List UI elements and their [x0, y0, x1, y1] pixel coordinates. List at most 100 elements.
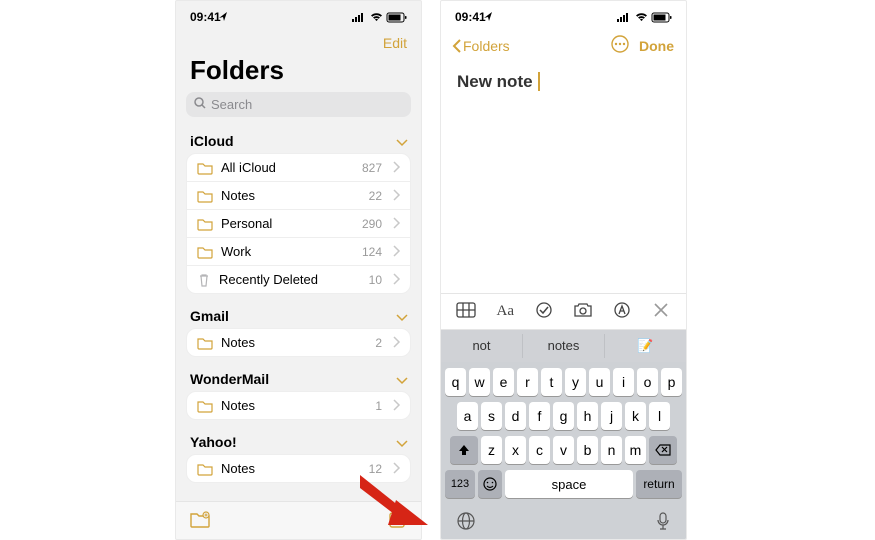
emoji-key[interactable] [478, 470, 502, 498]
key-x[interactable]: x [505, 436, 526, 464]
section-header-yahoo[interactable]: Yahoo! [186, 426, 411, 454]
search-field[interactable]: Search [186, 92, 411, 117]
chevron-down-icon [397, 308, 407, 324]
chevron-down-icon [397, 434, 407, 450]
folder-row[interactable]: Notes 1 [187, 392, 410, 419]
space-key[interactable]: space [505, 470, 633, 498]
suggestion[interactable]: not [441, 334, 523, 358]
folder-icon [197, 162, 213, 174]
key-a[interactable]: a [457, 402, 478, 430]
chevron-right-icon [394, 461, 400, 476]
folder-count: 124 [362, 245, 382, 259]
folder-row[interactable]: Notes 12 [187, 455, 410, 482]
key-v[interactable]: v [553, 436, 574, 464]
folder-row[interactable]: Work 124 [187, 238, 410, 266]
folder-count: 22 [369, 189, 382, 203]
keyboard-area: Aa not notes 📝 q w e r t y u [441, 293, 686, 539]
search-placeholder: Search [211, 97, 252, 112]
section-title: Yahoo! [190, 434, 237, 450]
key-f[interactable]: f [529, 402, 550, 430]
chevron-right-icon [394, 244, 400, 259]
dictation-icon[interactable] [656, 512, 670, 533]
key-l[interactable]: l [649, 402, 670, 430]
key-q[interactable]: q [445, 368, 466, 396]
key-k[interactable]: k [625, 402, 646, 430]
status-icons [617, 13, 672, 22]
signal-icon [352, 13, 366, 22]
section-header-gmail[interactable]: Gmail [186, 300, 411, 328]
chevron-right-icon [394, 160, 400, 175]
section-gmail: Gmail Notes 2 [176, 300, 421, 363]
status-icons [352, 13, 407, 22]
camera-icon[interactable] [563, 303, 602, 320]
key-g[interactable]: g [553, 402, 574, 430]
key-z[interactable]: z [481, 436, 502, 464]
folder-count: 12 [369, 462, 382, 476]
key-r[interactable]: r [517, 368, 538, 396]
key-u[interactable]: u [589, 368, 610, 396]
return-key[interactable]: return [636, 470, 682, 498]
signal-icon [617, 13, 631, 22]
back-button[interactable]: Folders [453, 38, 510, 54]
keyboard: q w e r t y u i o p a s d f g h [441, 362, 686, 508]
key-s[interactable]: s [481, 402, 502, 430]
back-label: Folders [463, 38, 510, 54]
key-i[interactable]: i [613, 368, 634, 396]
keyboard-bottom-bar [441, 508, 686, 539]
battery-icon [652, 13, 672, 22]
chevron-right-icon [394, 272, 400, 287]
suggestion-bar: not notes 📝 [441, 330, 686, 362]
key-b[interactable]: b [577, 436, 598, 464]
section-yahoo: Yahoo! Notes 12 [176, 426, 421, 489]
section-header-wondermail[interactable]: WonderMail [186, 363, 411, 391]
key-m[interactable]: m [625, 436, 646, 464]
backspace-key[interactable] [649, 436, 677, 464]
more-button[interactable] [611, 35, 629, 56]
key-c[interactable]: c [529, 436, 550, 464]
key-p[interactable]: p [661, 368, 682, 396]
markup-icon[interactable] [602, 302, 641, 321]
key-h[interactable]: h [577, 402, 598, 430]
folder-icon [197, 218, 213, 230]
new-folder-button[interactable] [190, 511, 210, 530]
key-j[interactable]: j [601, 402, 622, 430]
folder-row[interactable]: All iCloud 827 [187, 154, 410, 182]
edit-button[interactable]: Edit [383, 35, 407, 51]
folder-row[interactable]: Personal 290 [187, 210, 410, 238]
section-header-icloud[interactable]: iCloud [186, 125, 411, 153]
done-button[interactable]: Done [639, 38, 674, 54]
folder-name: Work [221, 244, 354, 259]
folder-name: Personal [221, 216, 354, 231]
key-t[interactable]: t [541, 368, 562, 396]
key-d[interactable]: d [505, 402, 526, 430]
trash-icon [197, 273, 211, 287]
format-toolbar: Aa [441, 293, 686, 330]
text-format-button[interactable]: Aa [486, 303, 525, 320]
key-n[interactable]: n [601, 436, 622, 464]
key-o[interactable]: o [637, 368, 658, 396]
compose-button[interactable] [389, 510, 407, 531]
chevron-right-icon [394, 335, 400, 350]
suggestion[interactable]: notes [523, 334, 605, 358]
folder-row[interactable]: Recently Deleted 10 [187, 266, 410, 293]
folder-row[interactable]: Notes 2 [187, 329, 410, 356]
numbers-key[interactable]: 123 [445, 470, 475, 498]
shift-key[interactable] [450, 436, 478, 464]
globe-icon[interactable] [457, 512, 475, 533]
table-icon[interactable] [447, 303, 486, 320]
note-editor[interactable]: New note [441, 62, 686, 293]
folder-count: 827 [362, 161, 382, 175]
checklist-icon[interactable] [525, 302, 564, 321]
key-e[interactable]: e [493, 368, 514, 396]
battery-icon [387, 13, 407, 22]
suggestion[interactable]: 📝 [605, 334, 686, 358]
wifi-icon [635, 13, 648, 22]
location-icon [484, 10, 493, 24]
close-keyboard-button[interactable] [641, 303, 680, 320]
folders-screen: 09:41 Edit Folders Search iCloud [175, 0, 422, 540]
key-w[interactable]: w [469, 368, 490, 396]
folder-row[interactable]: Notes 22 [187, 182, 410, 210]
folder-name: All iCloud [221, 160, 354, 175]
key-y[interactable]: y [565, 368, 586, 396]
folder-name: Notes [221, 461, 361, 476]
